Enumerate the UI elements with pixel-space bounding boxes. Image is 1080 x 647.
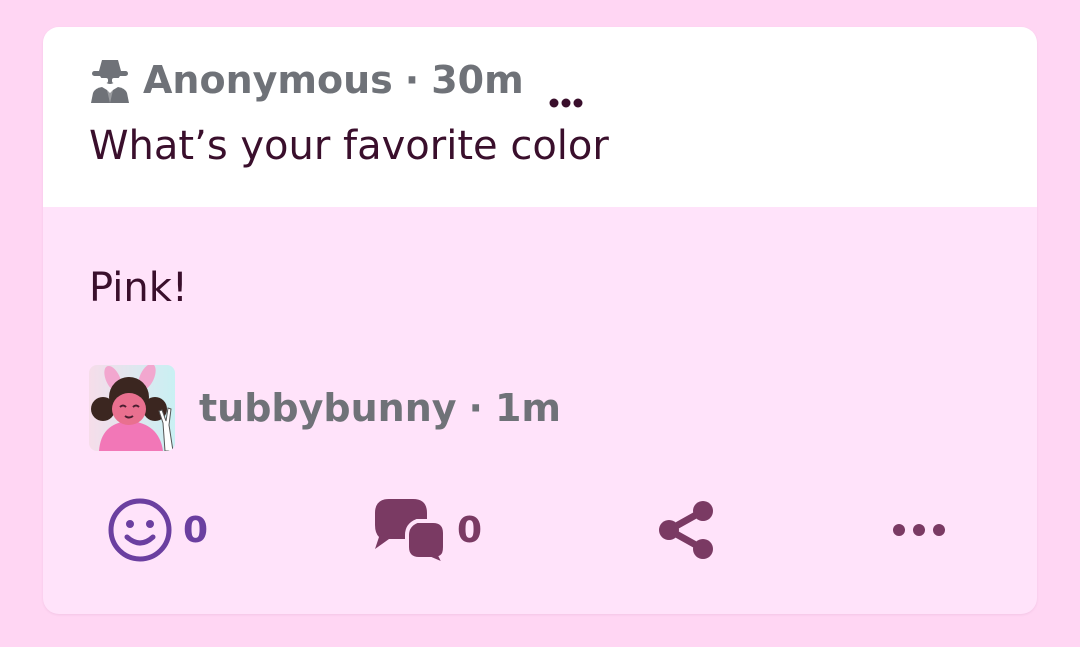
more-options-button[interactable] bbox=[889, 495, 949, 565]
react-button[interactable]: 0 bbox=[107, 495, 208, 565]
smiley-icon bbox=[107, 497, 173, 563]
meta-separator: · bbox=[404, 58, 420, 102]
question-meta: Anonymous · 30m bbox=[89, 55, 584, 108]
question-text: What’s your favorite color bbox=[89, 123, 609, 169]
comment-button[interactable]: 0 bbox=[367, 495, 483, 569]
avatar[interactable] bbox=[89, 365, 175, 451]
answer-author[interactable]: tubbybunny bbox=[199, 386, 457, 430]
question-time: 30m bbox=[431, 58, 524, 102]
comment-count: 0 bbox=[457, 509, 483, 551]
post-card: Anonymous · 30m What’s your favorite col… bbox=[43, 27, 1037, 614]
question-author[interactable]: Anonymous bbox=[143, 58, 393, 102]
action-bar: 0 0 bbox=[43, 495, 1037, 569]
share-icon bbox=[655, 499, 717, 561]
more-horizontal-icon[interactable] bbox=[548, 74, 584, 108]
answer-time: 1m bbox=[494, 386, 562, 430]
spy-icon bbox=[89, 57, 131, 103]
reaction-count: 0 bbox=[183, 509, 209, 551]
answer-author-row: tubbybunny · 1m bbox=[89, 365, 561, 451]
question-section: Anonymous · 30m What’s your favorite col… bbox=[43, 27, 1037, 207]
share-button[interactable] bbox=[655, 495, 717, 565]
meta-separator: · bbox=[468, 386, 483, 430]
speech-bubbles-icon bbox=[367, 495, 451, 569]
answer-text: Pink! bbox=[89, 265, 188, 311]
more-horizontal-icon bbox=[889, 520, 949, 540]
